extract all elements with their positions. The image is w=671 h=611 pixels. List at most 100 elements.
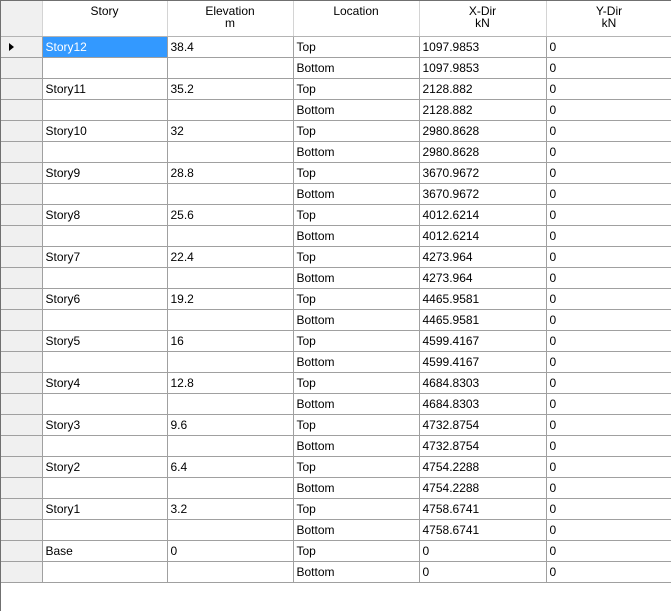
location-cell[interactable]: Top: [293, 120, 420, 142]
y-dir-cell[interactable]: 0: [546, 393, 671, 415]
table-row[interactable]: Story11 35.2 Top 2128.882 0: [1, 78, 671, 100]
location-cell[interactable]: Top: [293, 162, 420, 184]
location-cell[interactable]: Bottom: [293, 435, 420, 457]
location-cell[interactable]: Top: [293, 78, 420, 100]
row-header[interactable]: [1, 330, 43, 352]
story-cell[interactable]: Story2: [42, 456, 168, 478]
y-dir-cell[interactable]: 0: [546, 162, 671, 184]
elevation-cell[interactable]: [167, 225, 294, 247]
x-dir-cell[interactable]: 3670.9672: [419, 183, 547, 205]
x-dir-cell[interactable]: 1097.9853: [419, 36, 547, 58]
x-dir-cell[interactable]: 2980.8628: [419, 120, 547, 142]
y-dir-cell[interactable]: 0: [546, 78, 671, 100]
corner-header[interactable]: [1, 1, 43, 37]
x-dir-cell[interactable]: 4012.6214: [419, 204, 547, 226]
location-cell[interactable]: Top: [293, 372, 420, 394]
location-cell[interactable]: Top: [293, 540, 420, 562]
x-dir-cell[interactable]: 1097.9853: [419, 57, 547, 79]
location-cell[interactable]: Bottom: [293, 141, 420, 163]
row-header[interactable]: [1, 393, 43, 415]
location-cell[interactable]: Top: [293, 414, 420, 436]
row-header[interactable]: [1, 561, 43, 583]
x-dir-cell[interactable]: 4758.6741: [419, 498, 547, 520]
row-header[interactable]: [1, 120, 43, 142]
table-row[interactable]: Story2 6.4 Top 4754.2288 0: [1, 456, 671, 478]
y-dir-cell[interactable]: 0: [546, 99, 671, 121]
table-row[interactable]: Bottom 3670.9672 0: [1, 183, 671, 205]
y-dir-cell[interactable]: 0: [546, 246, 671, 268]
table-row[interactable]: Bottom 4273.964 0: [1, 267, 671, 289]
story-cell[interactable]: [42, 519, 168, 541]
column-header-elevation[interactable]: Elevation m: [167, 1, 294, 37]
location-cell[interactable]: Top: [293, 204, 420, 226]
elevation-cell[interactable]: [167, 477, 294, 499]
y-dir-cell[interactable]: 0: [546, 477, 671, 499]
row-header[interactable]: [1, 57, 43, 79]
story-cell[interactable]: Story4: [42, 372, 168, 394]
row-header[interactable]: [1, 246, 43, 268]
location-cell[interactable]: Bottom: [293, 57, 420, 79]
x-dir-cell[interactable]: 2128.882: [419, 78, 547, 100]
location-cell[interactable]: Bottom: [293, 183, 420, 205]
x-dir-cell[interactable]: 4684.8303: [419, 393, 547, 415]
story-cell[interactable]: Story10: [42, 120, 168, 142]
elevation-cell[interactable]: 38.4: [167, 36, 294, 58]
elevation-cell[interactable]: 12.8: [167, 372, 294, 394]
x-dir-cell[interactable]: 4758.6741: [419, 519, 547, 541]
table-row[interactable]: Story3 9.6 Top 4732.8754 0: [1, 414, 671, 436]
y-dir-cell[interactable]: 0: [546, 57, 671, 79]
row-header[interactable]: [1, 183, 43, 205]
x-dir-cell[interactable]: 0: [419, 540, 547, 562]
y-dir-cell[interactable]: 0: [546, 120, 671, 142]
elevation-cell[interactable]: [167, 351, 294, 373]
table-row[interactable]: Bottom 4732.8754 0: [1, 435, 671, 457]
x-dir-cell[interactable]: 4465.9581: [419, 309, 547, 331]
story-cell[interactable]: [42, 57, 168, 79]
location-cell[interactable]: Bottom: [293, 225, 420, 247]
row-header[interactable]: [1, 519, 43, 541]
elevation-cell[interactable]: 9.6: [167, 414, 294, 436]
story-cell[interactable]: Story11: [42, 78, 168, 100]
x-dir-cell[interactable]: 0: [419, 561, 547, 583]
row-header[interactable]: [1, 267, 43, 289]
table-row[interactable]: Bottom 4758.6741 0: [1, 519, 671, 541]
y-dir-cell[interactable]: 0: [546, 456, 671, 478]
table-row[interactable]: Base 0 Top 0 0: [1, 540, 671, 562]
elevation-cell[interactable]: [167, 519, 294, 541]
x-dir-cell[interactable]: 4273.964: [419, 246, 547, 268]
location-cell[interactable]: Bottom: [293, 519, 420, 541]
story-cell[interactable]: [42, 477, 168, 499]
elevation-cell[interactable]: 3.2: [167, 498, 294, 520]
elevation-cell[interactable]: 32: [167, 120, 294, 142]
table-row[interactable]: Bottom 1097.9853 0: [1, 57, 671, 79]
row-header[interactable]: [1, 141, 43, 163]
y-dir-cell[interactable]: 0: [546, 414, 671, 436]
story-cell[interactable]: [42, 183, 168, 205]
row-header[interactable]: [1, 225, 43, 247]
x-dir-cell[interactable]: 4684.8303: [419, 372, 547, 394]
location-cell[interactable]: Top: [293, 288, 420, 310]
column-header-x-dir[interactable]: X-Dir kN: [419, 1, 547, 37]
story-cell[interactable]: [42, 351, 168, 373]
elevation-cell[interactable]: [167, 183, 294, 205]
y-dir-cell[interactable]: 0: [546, 351, 671, 373]
elevation-cell[interactable]: 25.6: [167, 204, 294, 226]
location-cell[interactable]: Bottom: [293, 393, 420, 415]
location-cell[interactable]: Top: [293, 246, 420, 268]
x-dir-cell[interactable]: 4012.6214: [419, 225, 547, 247]
row-header[interactable]: [1, 456, 43, 478]
y-dir-cell[interactable]: 0: [546, 330, 671, 352]
column-header-y-dir[interactable]: Y-Dir kN: [546, 1, 671, 37]
location-cell[interactable]: Bottom: [293, 309, 420, 331]
y-dir-cell[interactable]: 0: [546, 540, 671, 562]
column-header-location[interactable]: Location: [293, 1, 420, 37]
elevation-cell[interactable]: [167, 99, 294, 121]
table-row[interactable]: Story8 25.6 Top 4012.6214 0: [1, 204, 671, 226]
location-cell[interactable]: Bottom: [293, 99, 420, 121]
row-header[interactable]: [1, 204, 43, 226]
story-cell[interactable]: Base: [42, 540, 168, 562]
story-cell[interactable]: [42, 561, 168, 583]
location-cell[interactable]: Bottom: [293, 561, 420, 583]
table-row[interactable]: Story6 19.2 Top 4465.9581 0: [1, 288, 671, 310]
x-dir-cell[interactable]: 4732.8754: [419, 414, 547, 436]
